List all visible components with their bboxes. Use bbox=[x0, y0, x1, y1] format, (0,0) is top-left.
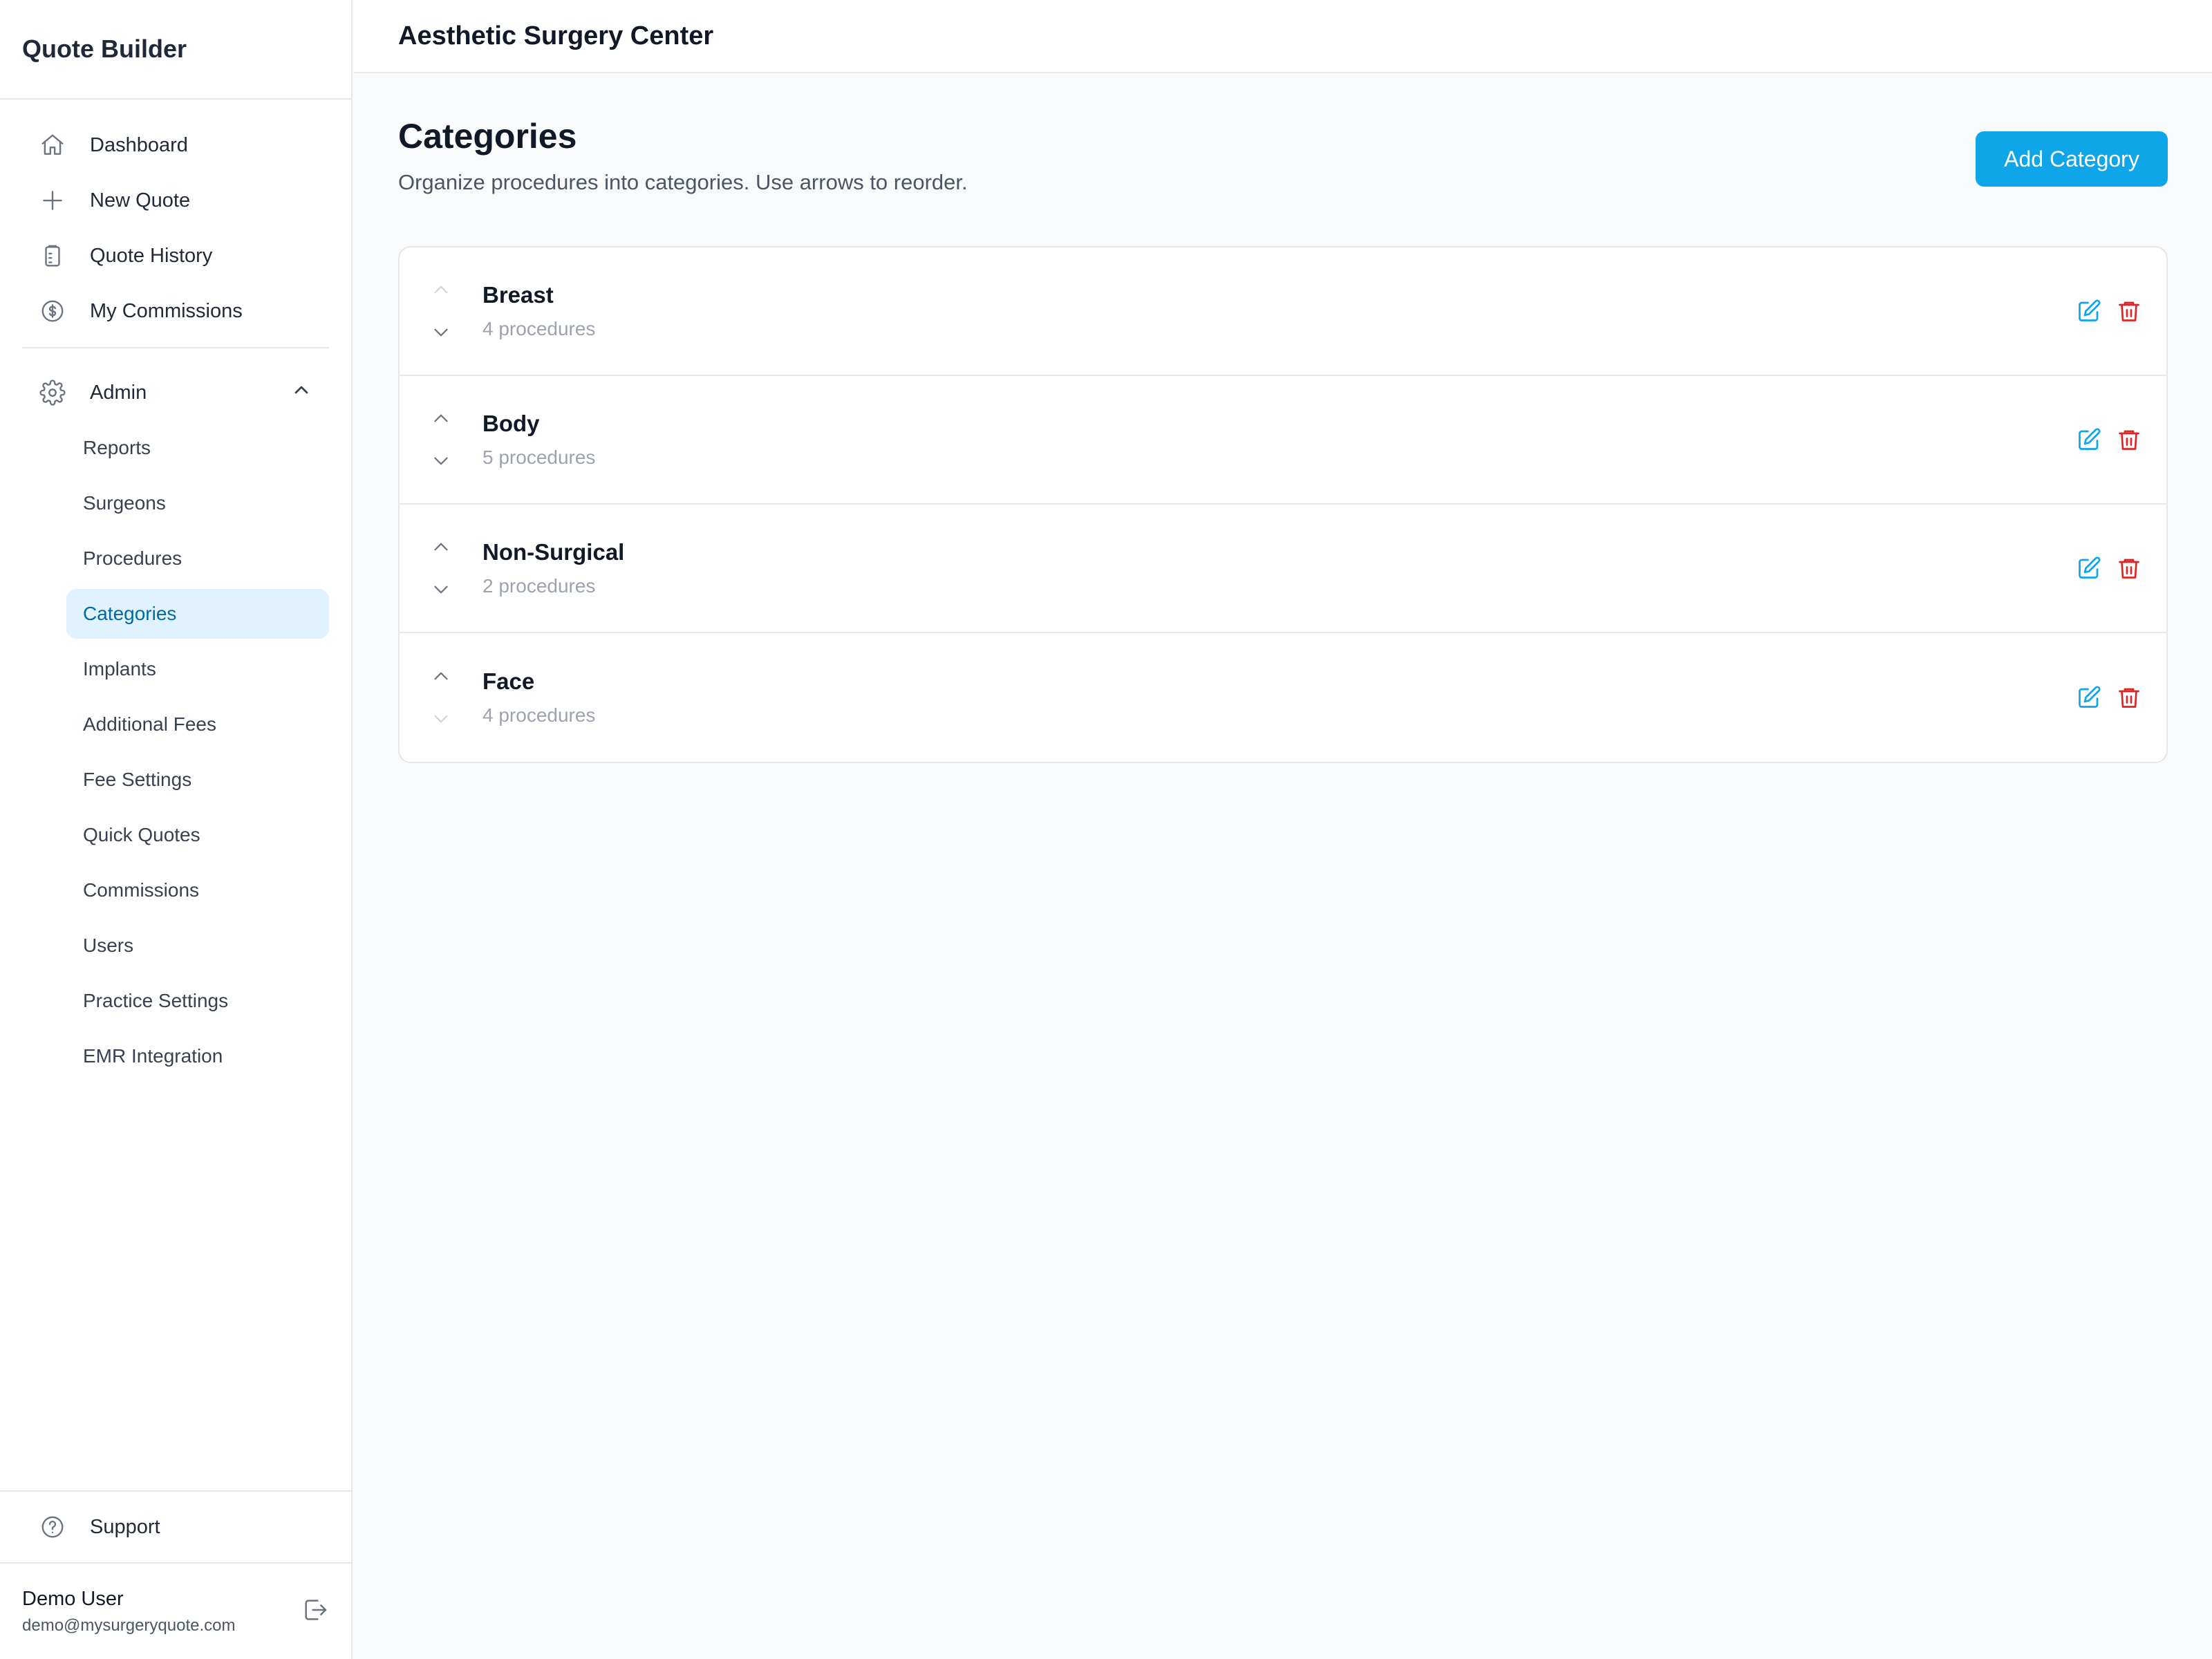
nav-item-label: My Commissions bbox=[90, 299, 243, 322]
sidebar-item-commissions[interactable]: Commissions bbox=[66, 865, 329, 915]
move-down-icon[interactable] bbox=[429, 577, 453, 602]
support-link[interactable]: Support bbox=[22, 1502, 329, 1552]
procedure-count: 4 procedures bbox=[482, 318, 596, 339]
sidebar: Quote Builder Dashboard New Quote Quote … bbox=[0, 0, 353, 1659]
category-row: Face 4 procedures bbox=[400, 633, 2166, 762]
sidebar-item-implants[interactable]: Implants bbox=[66, 644, 329, 694]
row-actions bbox=[2063, 554, 2143, 582]
edit-icon[interactable] bbox=[2075, 554, 2103, 582]
help-circle-icon bbox=[39, 1513, 66, 1541]
edit-icon[interactable] bbox=[2075, 426, 2103, 453]
chevron-up-icon[interactable] bbox=[290, 379, 312, 406]
delete-icon[interactable] bbox=[2115, 554, 2143, 582]
page-title: Categories bbox=[398, 117, 577, 156]
sidebar-item-reports[interactable]: Reports bbox=[66, 423, 329, 473]
delete-icon[interactable] bbox=[2115, 684, 2143, 711]
sidebar-item-surgeons[interactable]: Surgeons bbox=[66, 478, 329, 528]
move-up-icon[interactable] bbox=[429, 406, 453, 431]
category-info: Non-Surgical 2 procedures bbox=[482, 539, 2063, 597]
move-up-icon[interactable] bbox=[429, 534, 453, 559]
home-icon bbox=[39, 131, 66, 159]
procedure-count: 5 procedures bbox=[482, 447, 596, 468]
nav-item-label: Quote History bbox=[90, 244, 213, 267]
procedure-count: 4 procedures bbox=[482, 704, 596, 726]
category-name: Body bbox=[482, 411, 540, 436]
nav-item-dashboard[interactable]: Dashboard bbox=[22, 120, 329, 170]
support-section: Support bbox=[0, 1490, 351, 1564]
row-actions bbox=[2063, 297, 2143, 325]
plus-icon bbox=[39, 187, 66, 214]
delete-icon[interactable] bbox=[2115, 426, 2143, 453]
nav-item-quote-history[interactable]: Quote History bbox=[22, 231, 329, 281]
reorder-controls bbox=[400, 633, 482, 762]
main-content: Categories Organize procedures into cate… bbox=[398, 73, 2168, 763]
procedure-count: 2 procedures bbox=[482, 575, 596, 597]
move-down-icon[interactable] bbox=[429, 449, 453, 474]
main-nav: Dashboard New Quote Quote History My Com… bbox=[0, 100, 351, 1081]
category-row: Non-Surgical 2 procedures bbox=[400, 505, 2166, 633]
sidebar-item-practice-settings[interactable]: Practice Settings bbox=[66, 976, 329, 1026]
move-down-icon[interactable] bbox=[429, 706, 453, 731]
delete-icon[interactable] bbox=[2115, 297, 2143, 325]
logout-icon[interactable] bbox=[301, 1596, 329, 1627]
user-info: Demo User demo@mysurgeryquote.com bbox=[22, 1588, 235, 1635]
row-actions bbox=[2063, 426, 2143, 453]
category-name: Breast bbox=[482, 282, 554, 308]
nav-item-label: New Quote bbox=[90, 189, 191, 212]
reorder-controls bbox=[400, 247, 482, 375]
admin-submenu: Reports Surgeons Procedures Categories I… bbox=[66, 423, 329, 1081]
sidebar-item-additional-fees[interactable]: Additional Fees bbox=[66, 700, 329, 749]
category-info: Body 5 procedures bbox=[482, 411, 2063, 469]
sidebar-item-procedures[interactable]: Procedures bbox=[66, 534, 329, 583]
nav-item-label: Dashboard bbox=[90, 133, 188, 156]
category-list: Breast 4 procedures Body 5 procedures No… bbox=[398, 246, 2168, 763]
clipboard-icon bbox=[39, 242, 66, 270]
nav-item-new-quote[interactable]: New Quote bbox=[22, 176, 329, 225]
user-panel: Demo User demo@mysurgeryquote.com bbox=[0, 1564, 351, 1659]
move-up-icon[interactable] bbox=[429, 277, 453, 302]
category-info: Face 4 procedures bbox=[482, 668, 2063, 727]
sidebar-item-categories[interactable]: Categories bbox=[66, 589, 329, 639]
nav-divider bbox=[22, 347, 329, 348]
sidebar-item-emr-integration[interactable]: EMR Integration bbox=[66, 1031, 329, 1081]
category-name: Non-Surgical bbox=[482, 539, 625, 565]
move-down-icon[interactable] bbox=[429, 320, 453, 345]
page-header: Categories Organize procedures into cate… bbox=[398, 73, 2168, 246]
nav-item-label: Admin bbox=[90, 381, 147, 404]
category-name: Face bbox=[482, 668, 535, 694]
add-category-button[interactable]: Add Category bbox=[1976, 131, 2168, 187]
user-name: Demo User bbox=[22, 1587, 124, 1610]
brand-title: Quote Builder bbox=[0, 0, 351, 100]
gear-icon bbox=[39, 379, 66, 406]
sidebar-item-fee-settings[interactable]: Fee Settings bbox=[66, 755, 329, 805]
reorder-controls bbox=[400, 376, 482, 503]
move-up-icon[interactable] bbox=[429, 664, 453, 688]
page-subtitle: Organize procedures into categories. Use… bbox=[398, 170, 968, 194]
edit-icon[interactable] bbox=[2075, 297, 2103, 325]
org-name: Aesthetic Surgery Center bbox=[398, 21, 714, 50]
row-actions bbox=[2063, 684, 2143, 711]
edit-icon[interactable] bbox=[2075, 684, 2103, 711]
nav-item-admin[interactable]: Admin bbox=[22, 368, 329, 418]
category-row: Breast 4 procedures bbox=[400, 247, 2166, 376]
sidebar-item-quick-quotes[interactable]: Quick Quotes bbox=[66, 810, 329, 860]
dollar-circle-icon bbox=[39, 297, 66, 325]
user-email: demo@mysurgeryquote.com bbox=[22, 1615, 236, 1635]
category-row: Body 5 procedures bbox=[400, 376, 2166, 505]
sidebar-item-users[interactable]: Users bbox=[66, 921, 329, 971]
category-info: Breast 4 procedures bbox=[482, 282, 2063, 340]
reorder-controls bbox=[400, 505, 482, 632]
support-label: Support bbox=[90, 1515, 160, 1538]
top-bar: Aesthetic Surgery Center bbox=[354, 0, 2212, 73]
nav-item-my-commissions[interactable]: My Commissions bbox=[22, 286, 329, 336]
